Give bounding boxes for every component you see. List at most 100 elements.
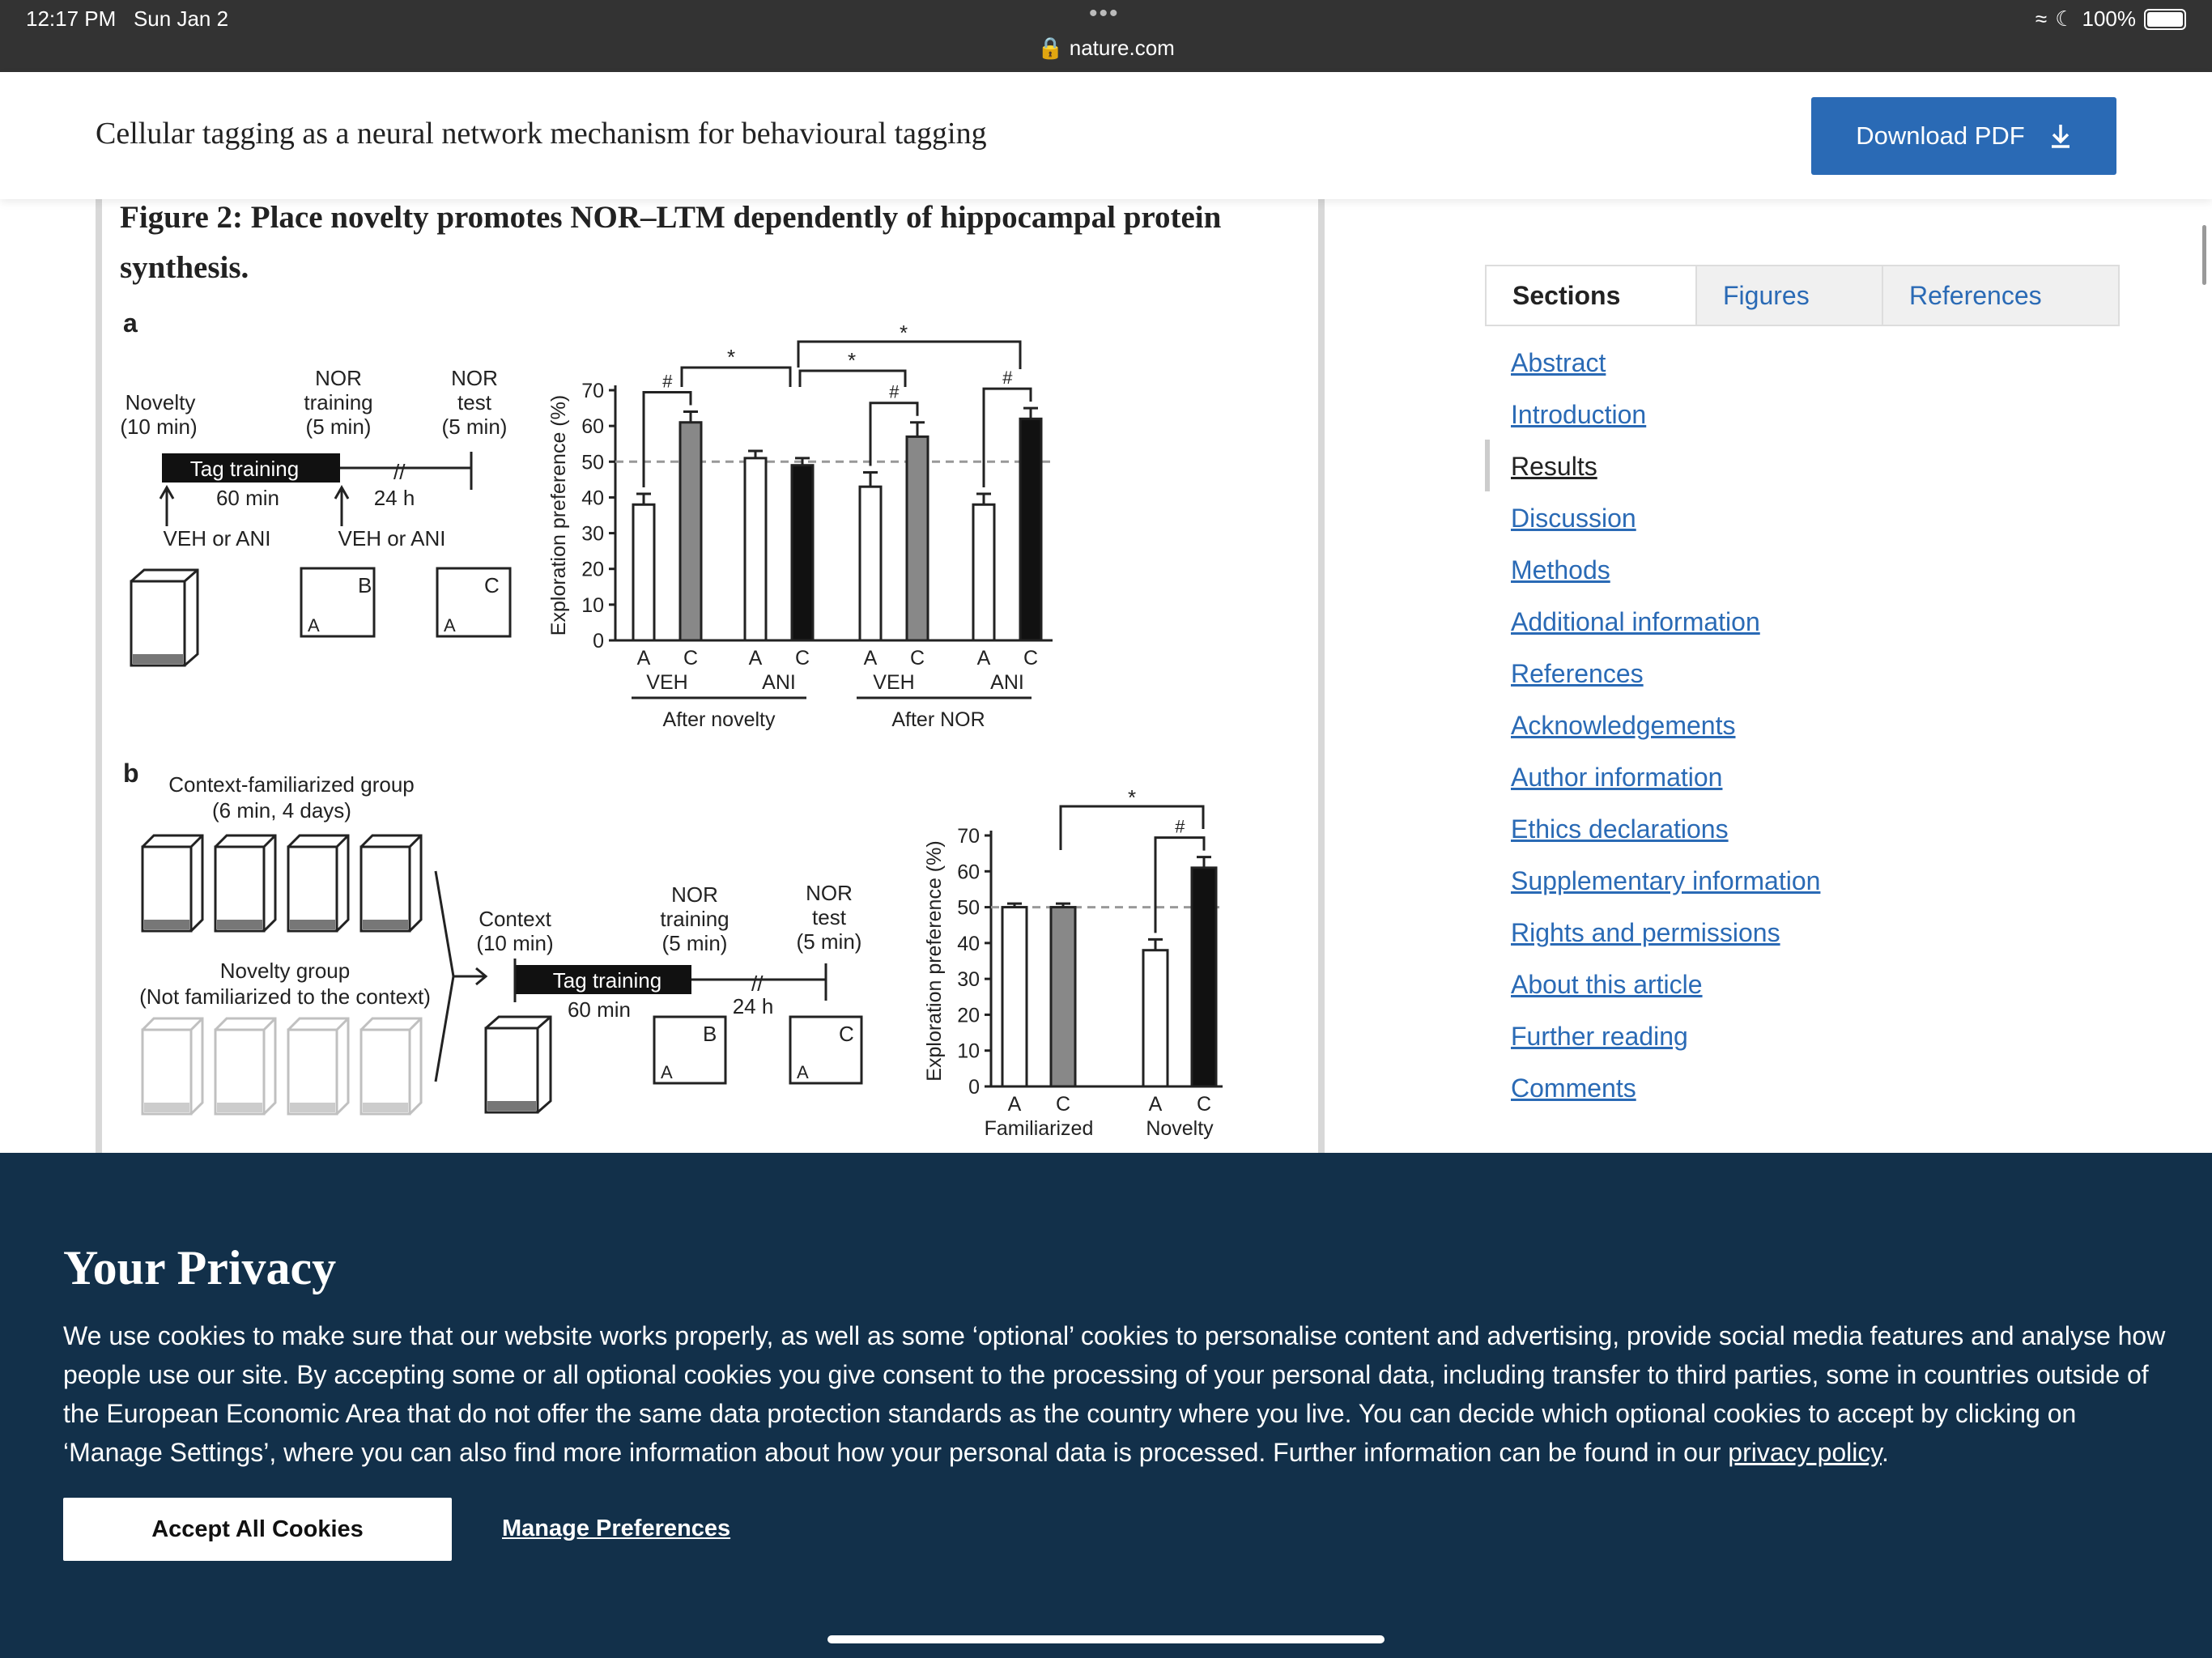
bar: [678, 421, 703, 642]
manage-preferences-button[interactable]: Manage Preferences: [502, 1516, 730, 1542]
y-tick-label: 0: [968, 1076, 980, 1099]
y-tick-label: 30: [581, 523, 604, 546]
sidebar-tabs: Sections Figures References: [1485, 265, 2120, 326]
status-time: 12:17 PM Sun Jan 2: [26, 6, 229, 31]
svg-text:(10 min): (10 min): [476, 931, 553, 955]
privacy-title: Your Privacy: [63, 1241, 337, 1295]
y-tick-label: 10: [581, 594, 604, 617]
more-icon[interactable]: •••: [1089, 0, 1120, 28]
sidebar-item-methods[interactable]: Methods: [1511, 549, 1820, 601]
privacy-policy-link[interactable]: privacy policy: [1728, 1438, 1882, 1467]
status-indicators: ≈ ☾ 100%: [2035, 6, 2186, 32]
svg-text:A: A: [797, 1062, 809, 1082]
status-bar: 12:17 PM Sun Jan 2 ••• 🔒 nature.com ≈ ☾ …: [0, 0, 2212, 72]
parent-label: After novelty: [663, 708, 776, 731]
sidebar-item-further-reading[interactable]: Further reading: [1511, 1015, 1820, 1067]
y-tick-label: 20: [957, 1004, 980, 1027]
bar: [905, 435, 929, 642]
svg-text:training: training: [304, 390, 372, 414]
y-tick-label: 30: [957, 968, 980, 991]
x-tick-label: A: [864, 647, 878, 670]
svg-text:VEH or ANI: VEH or ANI: [338, 526, 446, 551]
bar: [1190, 866, 1218, 1088]
sidebar-item-introduction[interactable]: Introduction: [1511, 393, 1820, 445]
significance-mark: #: [889, 382, 900, 402]
y-tick-label: 0: [593, 630, 604, 653]
x-tick-label: C: [683, 647, 698, 670]
sidebar-item-comments[interactable]: Comments: [1511, 1067, 1820, 1119]
svg-text:A: A: [308, 615, 320, 636]
sidebar-item-results[interactable]: Results: [1511, 445, 1820, 497]
tab-figures[interactable]: Figures: [1697, 266, 1883, 325]
svg-text:Tag training: Tag training: [553, 968, 661, 993]
privacy-text: We use cookies to make sure that our web…: [63, 1321, 2166, 1467]
download-icon: [2051, 125, 2069, 148]
article-header: Cellular tagging as a neural network mec…: [0, 72, 2212, 199]
bar: [1019, 417, 1043, 642]
group-label: Familiarized: [985, 1117, 1094, 1140]
x-tick-label: A: [749, 647, 763, 670]
svg-text:(5 min): (5 min): [662, 931, 728, 955]
sidebar-item-additional-information[interactable]: Additional information: [1511, 601, 1820, 653]
panel-b-letter: b: [123, 759, 139, 788]
x-tick-label: A: [637, 647, 651, 670]
sidebar-item-author-information[interactable]: Author information: [1511, 756, 1820, 808]
y-tick-label: 70: [581, 380, 604, 402]
y-tick-label: 10: [957, 1040, 980, 1063]
significance-bracket: [680, 366, 792, 387]
sidebar-item-ethics-declarations[interactable]: Ethics declarations: [1511, 808, 1820, 860]
svg-text:C: C: [484, 573, 500, 597]
group-label: VEH: [873, 671, 914, 694]
bar: [790, 464, 815, 642]
familiarized-group-label: Context-familiarized group: [168, 772, 414, 797]
sidebar-item-acknowledgements[interactable]: Acknowledgements: [1511, 704, 1820, 756]
x-tick-label: A: [1149, 1093, 1163, 1116]
sidebar-item-discussion[interactable]: Discussion: [1511, 497, 1820, 549]
url-bar[interactable]: 🔒 nature.com: [0, 36, 2212, 61]
y-tick-label: 40: [581, 487, 604, 509]
sidebar-item-abstract[interactable]: Abstract: [1511, 342, 1820, 393]
panel-a-letter: a: [123, 308, 138, 338]
y-tick-label: 60: [957, 861, 980, 883]
tab-sections[interactable]: Sections: [1487, 266, 1697, 325]
wifi-icon: ≈: [2035, 6, 2048, 31]
svg-text:C: C: [839, 1022, 854, 1046]
bar: [1049, 906, 1077, 1088]
privacy-banner: Your Privacy We use cookies to make sure…: [0, 1153, 2212, 1658]
significance-mark: *: [848, 348, 856, 372]
tab-references[interactable]: References: [1883, 266, 2118, 325]
nor-training-label: NOR: [315, 366, 362, 390]
download-pdf-label: Download PDF: [1856, 121, 2025, 150]
familiarized-boxes: [141, 834, 423, 933]
y-tick-label: 50: [581, 451, 604, 474]
sidebar-item-rights-and-permissions[interactable]: Rights and permissions: [1511, 912, 1820, 963]
x-tick-label: C: [1056, 1093, 1070, 1116]
accept-all-cookies-button[interactable]: Accept All Cookies: [63, 1498, 452, 1561]
svg-text:(5 min): (5 min): [797, 929, 862, 954]
group-label: VEH: [646, 671, 687, 694]
bar: [743, 457, 768, 642]
sidebar-item-references[interactable]: References: [1511, 653, 1820, 704]
sidebar-item-about-this-article[interactable]: About this article: [1511, 963, 1820, 1015]
novelty-label: Novelty: [125, 390, 196, 414]
x-tick-label: C: [910, 647, 925, 670]
figure-image[interactable]: a Novelty (10 min) NOR training (5 min) …: [113, 291, 1295, 1153]
novelty-group-label: Novelty group: [220, 959, 350, 983]
novelty-boxes: [141, 1017, 423, 1116]
group-label: ANI: [990, 671, 1024, 694]
bar: [1142, 949, 1169, 1088]
significance-mark: *: [1128, 785, 1136, 810]
x-tick-label: A: [977, 647, 991, 670]
battery-percent: 100%: [2082, 6, 2137, 31]
x-tick-label: C: [795, 647, 810, 670]
home-indicator[interactable]: [827, 1635, 1385, 1643]
significance-bracket: [797, 340, 1022, 369]
svg-text://: //: [751, 971, 764, 996]
scrollbar[interactable]: [2202, 225, 2206, 285]
svg-text:test: test: [812, 905, 847, 929]
sidebar-item-supplementary-information[interactable]: Supplementary information: [1511, 860, 1820, 912]
download-pdf-button[interactable]: Download PDF: [1811, 97, 2116, 175]
bar: [1001, 906, 1028, 1088]
svg-text:B: B: [703, 1022, 717, 1046]
x-tick-label: A: [1008, 1093, 1022, 1116]
